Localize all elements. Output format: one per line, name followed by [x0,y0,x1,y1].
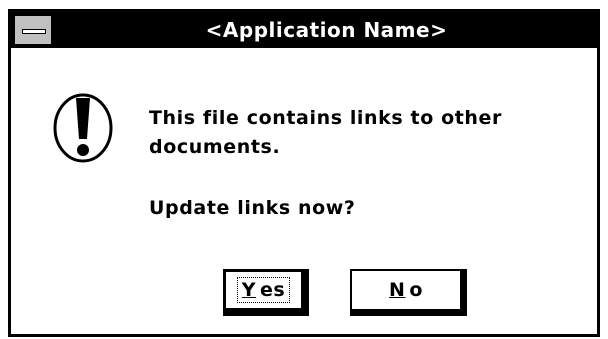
no-label-rest: o [409,279,423,301]
message-dialog: <Application Name> This file contains li… [8,9,600,337]
no-button-label: No [385,278,427,302]
exclamation-icon [53,93,113,163]
yes-button-label: Yes [236,277,291,303]
question-text: Update links now? [149,197,356,219]
no-mnemonic: N [389,279,406,301]
yes-button[interactable]: Yes [223,269,309,316]
message-text: This file contains links to other docume… [149,107,503,158]
yes-label-rest: es [260,279,286,301]
system-menu-icon [15,16,51,44]
yes-mnemonic: Y [241,279,257,301]
no-button[interactable]: No [350,269,467,316]
window-title: <Application Name> [205,18,448,42]
title-bar[interactable]: <Application Name> [11,12,597,48]
system-menu-button[interactable] [11,12,56,48]
